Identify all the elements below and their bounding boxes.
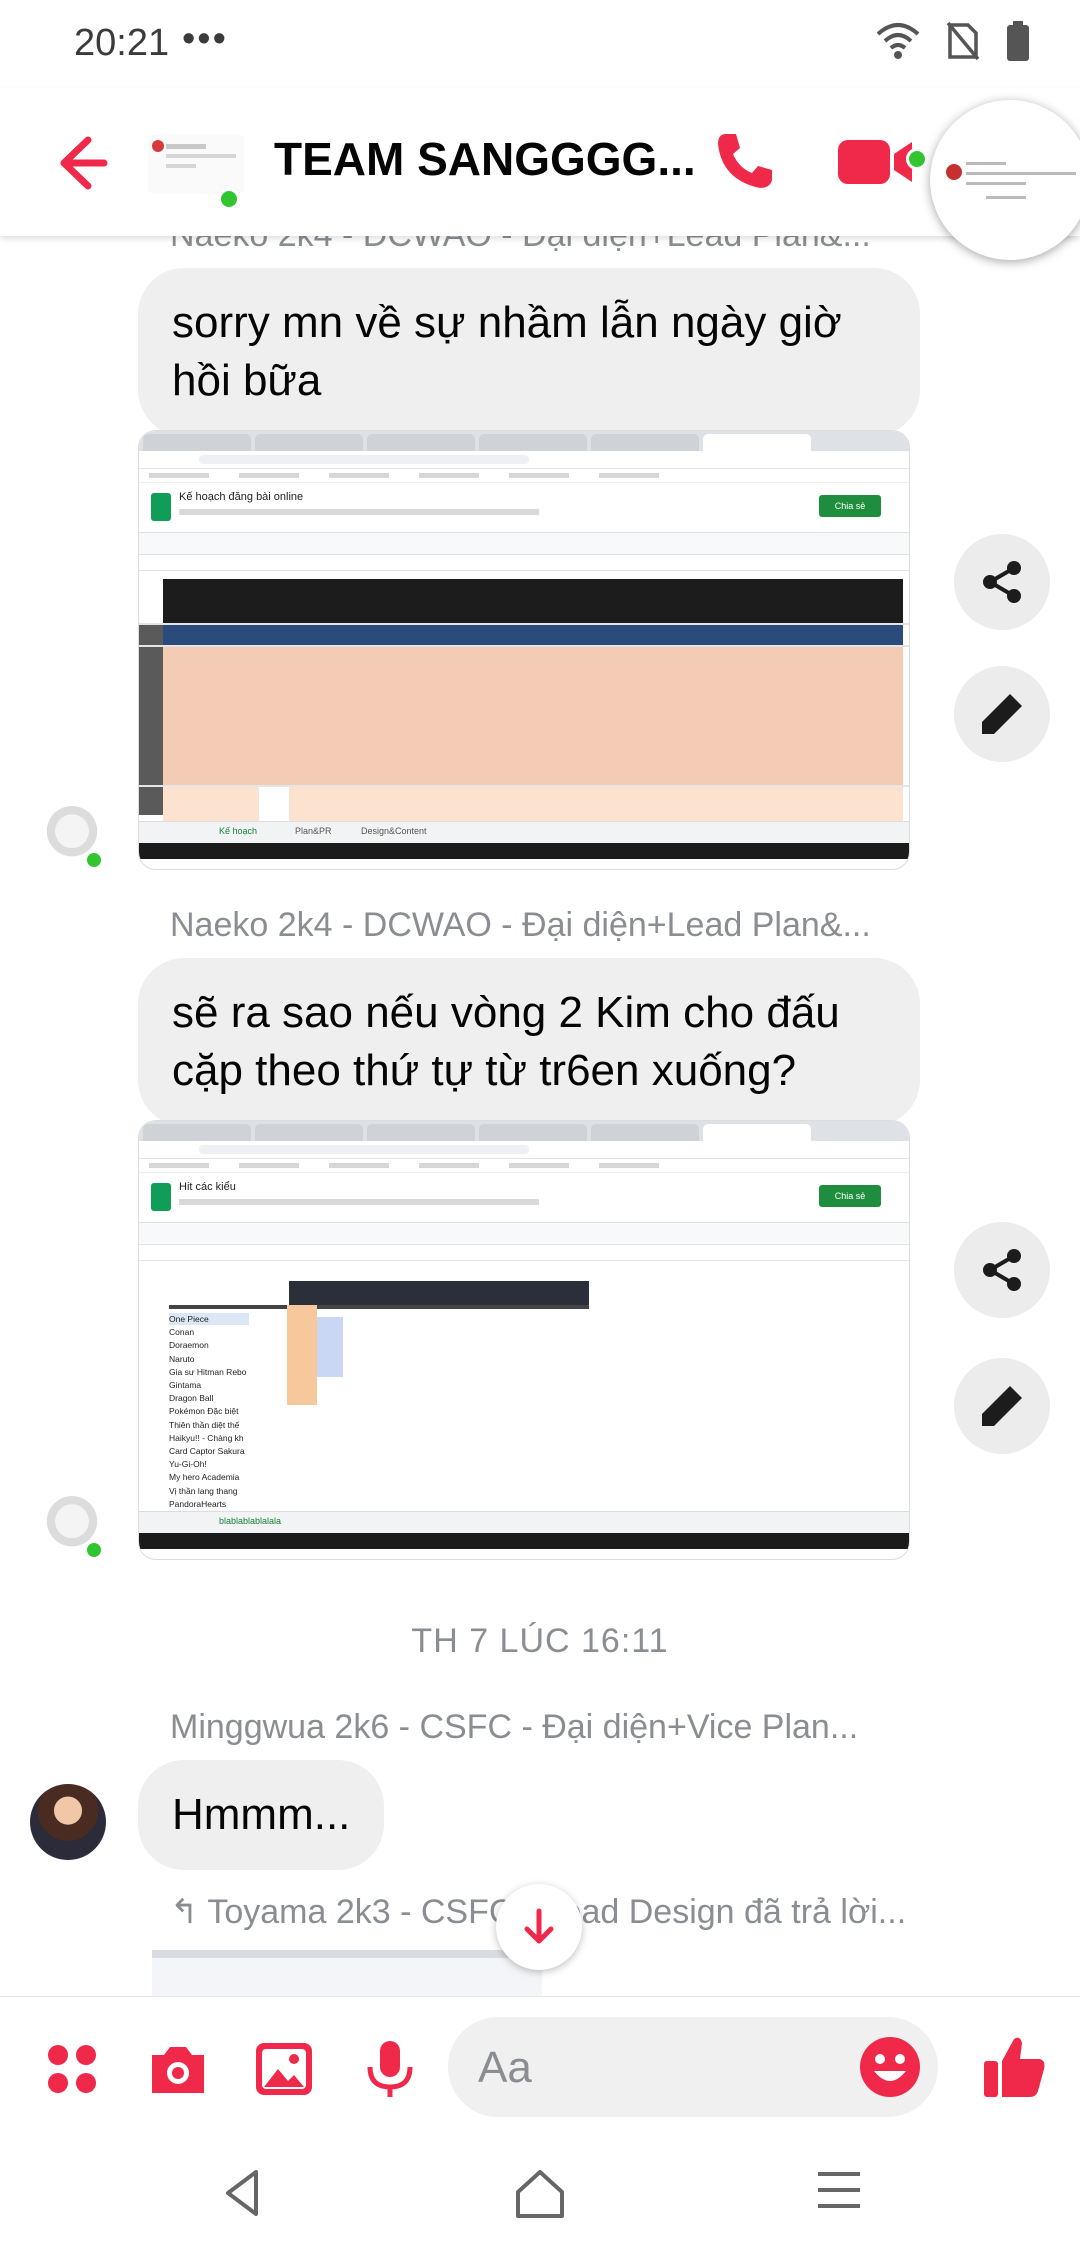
pencil-icon bbox=[982, 694, 1022, 734]
gallery-icon[interactable] bbox=[252, 2037, 316, 2101]
edit-attachment-button[interactable] bbox=[954, 666, 1050, 762]
image-attachment[interactable]: Kế hoạch đăng bài online Chia sẻ Kế hoạc… bbox=[138, 430, 910, 870]
sheet-row-label: Doraemon bbox=[169, 1340, 209, 1351]
status-icons bbox=[876, 20, 1030, 62]
message-composer: Aa bbox=[0, 1996, 1080, 2136]
message-text: sẽ ra sao nếu vòng 2 Kim cho đấu cặp the… bbox=[172, 988, 840, 1095]
message-text: Hmmm... bbox=[172, 1790, 351, 1839]
chat-header: TEAM SANGGGG... bbox=[0, 88, 1080, 236]
status-bar: 20:21 ••• bbox=[0, 0, 1080, 88]
nav-recents-icon[interactable] bbox=[816, 2168, 862, 2212]
sheet-row-label: Dragon Ball bbox=[169, 1393, 214, 1404]
sender-name: Naeko 2k4 - DCWAO - Đại diện+Lead Plan&.… bbox=[170, 906, 871, 944]
floating-chat-head[interactable] bbox=[930, 100, 1080, 260]
sheet-row-label: Conan bbox=[169, 1327, 195, 1338]
sheet-tab: Kế hoạch bbox=[219, 826, 258, 836]
reply-icon: ↰ bbox=[170, 1893, 199, 1931]
sheet-title: Hit các kiểu bbox=[179, 1181, 236, 1193]
sheet-row-label: Gia sư Hitman Rebo bbox=[169, 1366, 247, 1377]
message-bubble[interactable]: sorry mn về sự nhầm lẫn ngày giờ hồi bữa bbox=[138, 268, 920, 436]
camera-icon[interactable] bbox=[146, 2037, 210, 2101]
sheet-tab: Design&Content bbox=[361, 826, 427, 836]
sender-avatar[interactable] bbox=[30, 1784, 106, 1860]
chat-title[interactable]: TEAM SANGGGG... bbox=[274, 132, 696, 186]
online-indicator bbox=[218, 188, 240, 210]
nav-home-icon[interactable] bbox=[514, 2168, 566, 2220]
sheet-row-label: Thiên thần diệt thế bbox=[169, 1419, 240, 1430]
sheet-tab: Plan&PR bbox=[295, 826, 332, 836]
sheet-row-label: Haikyu!! - Chàng kh bbox=[169, 1432, 244, 1443]
image-attachment-preview[interactable] bbox=[152, 1950, 542, 1996]
sheet-row-label: Pokémon Đặc biệt bbox=[169, 1406, 239, 1417]
group-avatar[interactable] bbox=[148, 134, 244, 194]
pencil-icon bbox=[982, 1386, 1022, 1426]
microphone-icon[interactable] bbox=[358, 2037, 422, 2101]
status-time: 20:21 bbox=[74, 22, 170, 64]
online-indicator bbox=[84, 1540, 104, 1560]
sheet-row-label: PandoraHearts bbox=[169, 1498, 227, 1509]
sheet-row-label: Yu-Gi-Oh! bbox=[169, 1459, 207, 1470]
sheet-title: Kế hoạch đăng bài online bbox=[179, 491, 304, 503]
sheet-row-label: Naruto bbox=[169, 1353, 195, 1364]
phone-icon[interactable] bbox=[712, 128, 778, 194]
share-button: Chia sẻ bbox=[819, 1185, 881, 1207]
sheet-row-label: Gintama bbox=[169, 1380, 202, 1391]
battery-icon bbox=[1007, 21, 1029, 61]
back-arrow-icon[interactable] bbox=[40, 128, 110, 198]
share-button: Chia sẻ bbox=[819, 495, 881, 517]
sheet-row-label: Vị thần lang thang bbox=[169, 1485, 238, 1496]
image-attachment[interactable]: Hit các kiểu Chia sẻ One Piece Conan Dorae… bbox=[138, 1120, 910, 1560]
sheet-row-label: Card Captor Sakura bbox=[169, 1446, 245, 1457]
message-input[interactable]: Aa bbox=[448, 2017, 938, 2117]
sender-name: Minggwua 2k6 - CSFC - Đại diện+Vice Plan… bbox=[170, 1708, 859, 1746]
message-bubble[interactable]: sẽ ra sao nếu vòng 2 Kim cho đấu cặp the… bbox=[138, 958, 920, 1126]
message-text: sorry mn về sự nhầm lẫn ngày giờ hồi bữa bbox=[172, 298, 842, 405]
sheet-row-label: One Piece bbox=[169, 1314, 209, 1324]
sheet-tab: blablablablalala bbox=[219, 1516, 282, 1526]
share-attachment-button[interactable] bbox=[954, 1222, 1050, 1318]
emoji-icon[interactable] bbox=[858, 2035, 922, 2099]
sender-name: Naeko 2k4 - DCWAO - Đại diện+Lead Plan&.… bbox=[170, 236, 871, 255]
message-list[interactable]: Naeko 2k4 - DCWAO - Đại diện+Lead Plan&.… bbox=[0, 236, 1080, 1996]
message-input-placeholder: Aa bbox=[478, 2043, 532, 2092]
nav-back-icon[interactable] bbox=[222, 2168, 262, 2218]
status-dots: ••• bbox=[182, 18, 228, 60]
video-online-dot bbox=[906, 148, 928, 170]
sheet-row-label: My hero Academia bbox=[169, 1472, 240, 1483]
no-sim-icon bbox=[946, 21, 980, 61]
online-indicator bbox=[84, 850, 104, 870]
share-icon bbox=[983, 1249, 1021, 1291]
thumbs-up-icon[interactable] bbox=[980, 2031, 1050, 2101]
scroll-to-bottom-button[interactable] bbox=[496, 1884, 582, 1970]
apps-icon[interactable] bbox=[40, 2037, 104, 2101]
video-camera-icon[interactable] bbox=[836, 132, 916, 192]
edit-attachment-button[interactable] bbox=[954, 1358, 1050, 1454]
message-bubble[interactable]: Hmmm... bbox=[138, 1760, 385, 1870]
time-separator: TH 7 LÚC 16:11 bbox=[411, 1622, 669, 1660]
wifi-icon bbox=[876, 23, 920, 59]
share-attachment-button[interactable] bbox=[954, 534, 1050, 630]
share-icon bbox=[983, 561, 1021, 603]
row-labels: One Piece Conan Doraemon Naruto Gia sư Hitma… bbox=[169, 1313, 289, 1511]
arrow-down-icon bbox=[524, 1908, 554, 1944]
system-nav-bar bbox=[0, 2136, 1080, 2260]
